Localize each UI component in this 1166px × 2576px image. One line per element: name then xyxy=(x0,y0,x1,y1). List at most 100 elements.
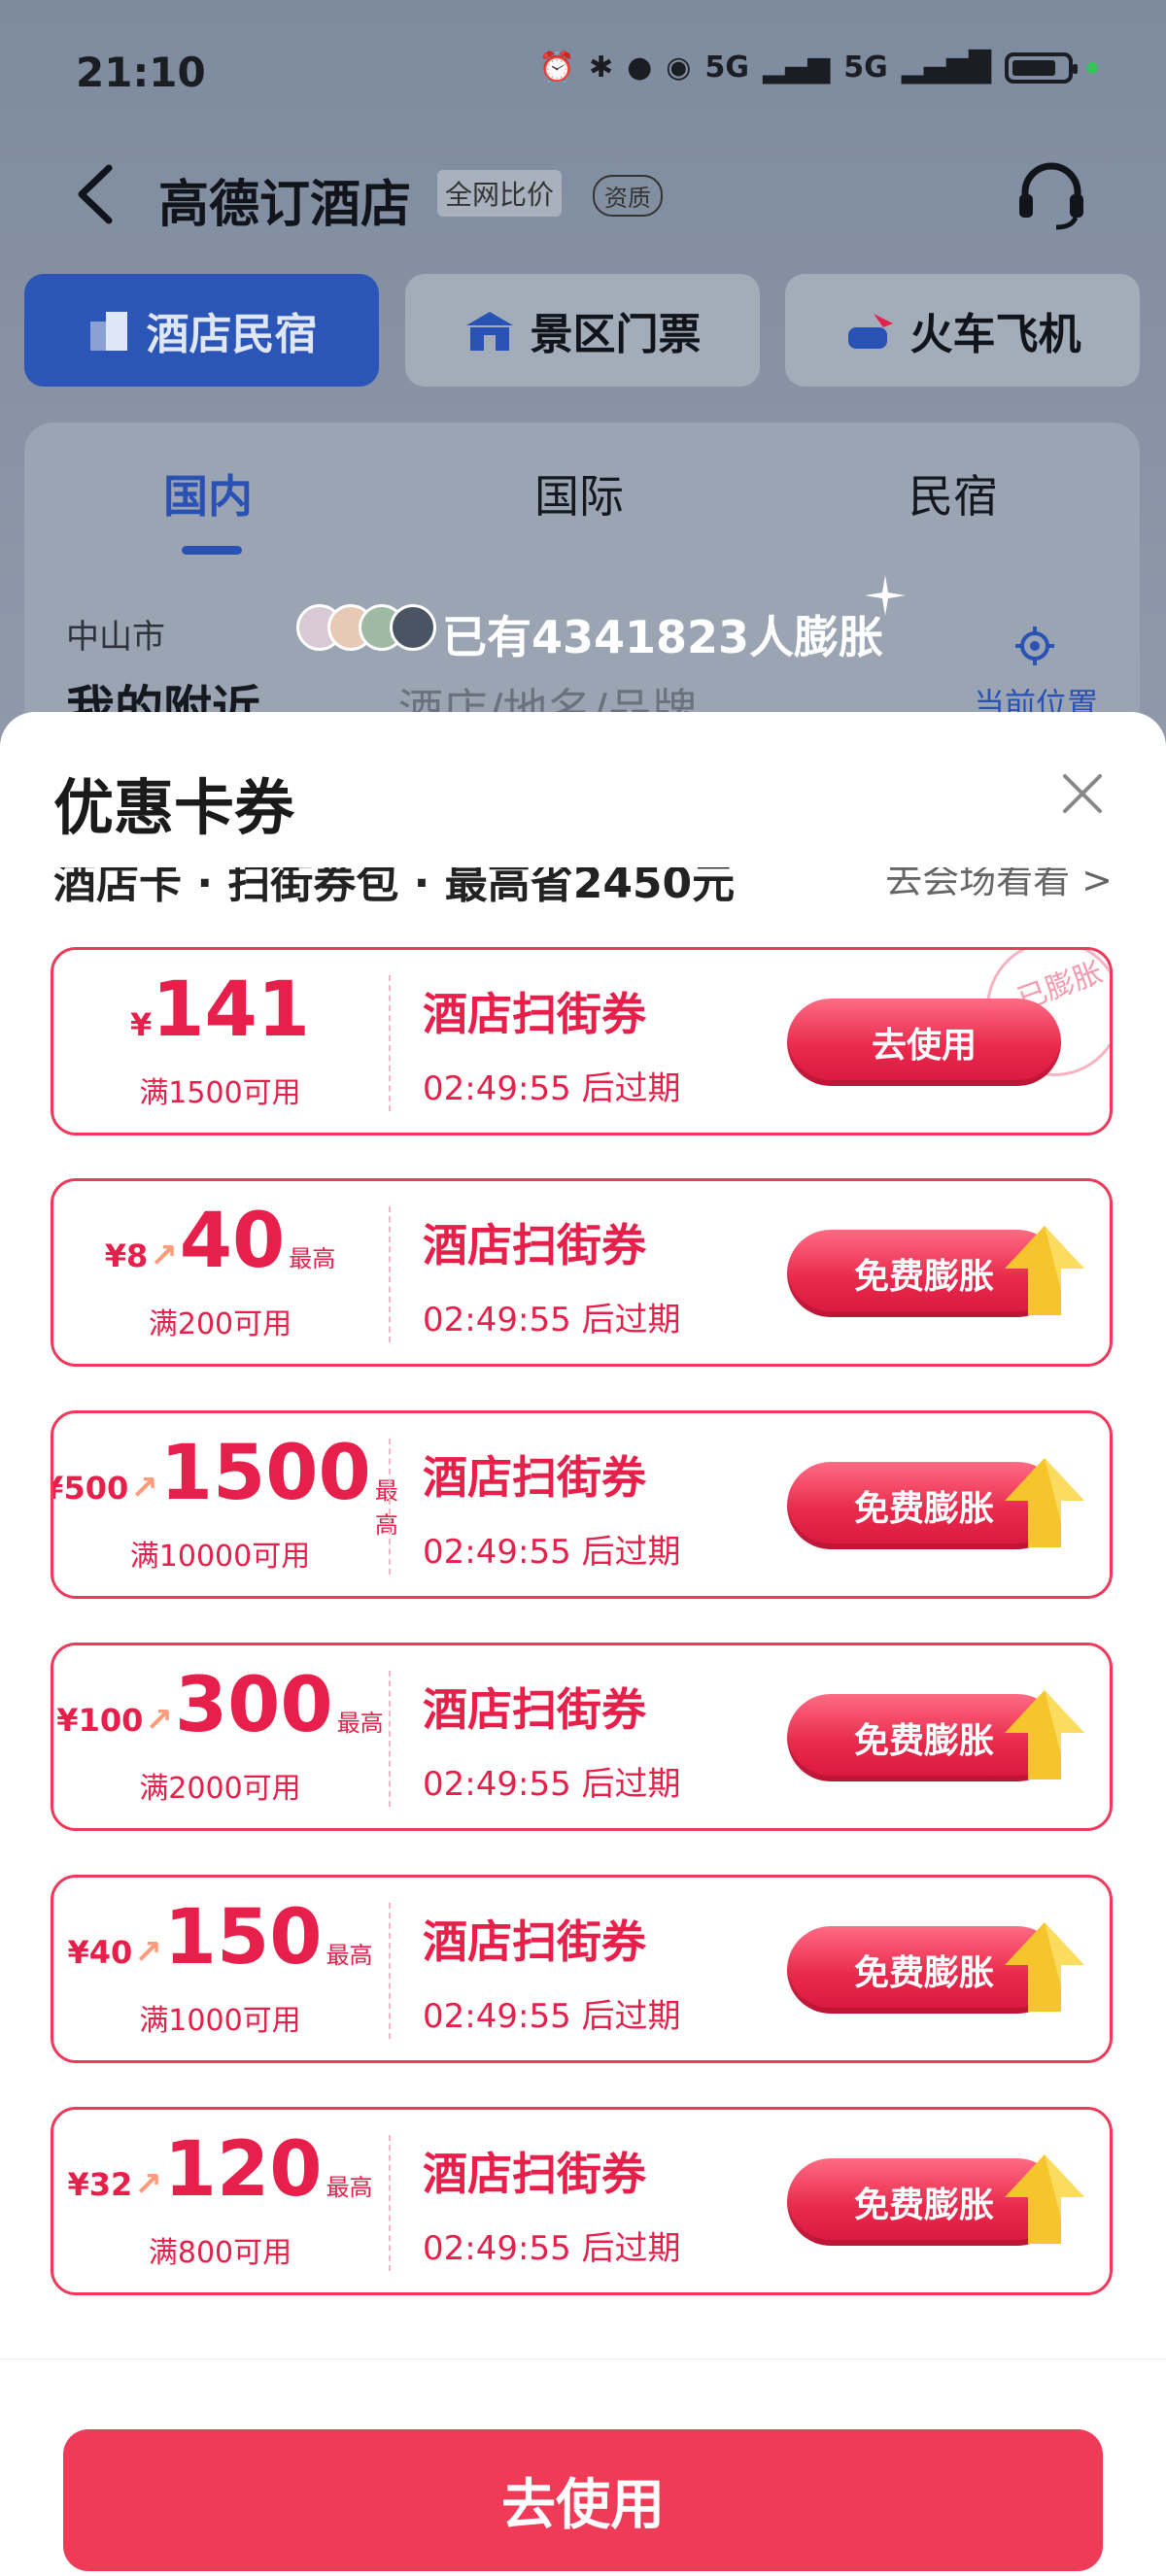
currency-symbol: ¥ xyxy=(67,2166,89,2203)
active-tab-indicator xyxy=(182,546,242,555)
coupon-name: 酒店扫街券 xyxy=(423,1683,646,1736)
bluetooth-icon: ✱ xyxy=(588,51,614,85)
coupon-value-area: ¥8 ↗ 40 最高 满200可用 xyxy=(53,1181,387,1364)
promo-summary: 酒店卡 · 扫街券包 · 最高省2450元 xyxy=(53,867,736,906)
coupon-amount: 300 xyxy=(174,1662,333,1749)
coupon-name: 酒店扫街券 xyxy=(423,1915,646,1968)
coupon-value-area: ¥141 满1500可用 xyxy=(53,950,387,1133)
coupon-divider xyxy=(389,2135,391,2271)
coupon-divider xyxy=(389,975,391,1111)
currency-symbol: ¥ xyxy=(67,1934,89,1971)
coupon-name: 酒店扫街券 xyxy=(423,1219,646,1271)
inflate-up-arrow-icon: ↗ xyxy=(134,2165,162,2204)
inflate-up-arrow-icon: ↗ xyxy=(134,1933,162,1972)
coupon-price: ¥8 ↗ 40 最高 xyxy=(53,1203,387,1280)
coupon-expiry: 02:49:55 后过期 xyxy=(423,1069,681,1108)
coupon-price: ¥40 ↗ 150 最高 xyxy=(53,1899,387,1977)
base-amount: 8 xyxy=(125,1237,149,1274)
coupon-expiry: 02:49:55 后过期 xyxy=(423,1765,681,1804)
use-now-button[interactable]: 去使用 xyxy=(63,2429,1103,2571)
coupon-amount: 40 xyxy=(179,1198,286,1285)
coupon-condition: 满1000可用 xyxy=(139,2004,301,2038)
category-hotel[interactable]: 酒店民宿 xyxy=(24,274,379,387)
inflate-up-arrow-icon: ↗ xyxy=(150,1237,178,1275)
use-coupon-button[interactable]: 去使用 xyxy=(787,999,1061,1086)
inflate-arrow-icon xyxy=(1005,2154,1084,2244)
coupon-value-area: ¥40 ↗ 150 最高满1000可用 xyxy=(53,1878,387,2060)
tab-domestic[interactable]: 国内 xyxy=(163,461,253,525)
coupon-expiry: 02:49:55 后过期 xyxy=(423,1533,681,1572)
ticket-booth-icon xyxy=(465,312,513,351)
coupon-card: 已膨胀 ¥141 满1500可用 酒店扫街券 02:49:55 后过期 去使用 xyxy=(51,947,1113,1135)
alarm-icon: ⏰ xyxy=(538,51,575,85)
status-time: 21:10 xyxy=(76,49,206,96)
network2-label: 5G xyxy=(843,51,888,85)
max-label: 最高 xyxy=(336,1710,384,1737)
tab-homestay[interactable]: 民宿 xyxy=(909,461,998,525)
coupon-amount: 141 xyxy=(152,966,311,1054)
sheet-title: 优惠卡券 xyxy=(53,772,295,843)
qualification-link[interactable]: 资质 xyxy=(593,175,663,217)
user-avatars xyxy=(296,604,436,655)
close-icon[interactable] xyxy=(1059,770,1106,817)
coupon-amount: 1500 xyxy=(159,1430,371,1517)
signal-icon: ▂▄▆ xyxy=(762,51,831,85)
currency-symbol: ¥ xyxy=(53,1470,63,1507)
coupon-price: ¥100 ↗ 300 最高 xyxy=(53,1667,387,1745)
coupon-value-area: ¥32 ↗ 120 最高满800可用 xyxy=(53,2110,387,2292)
coupon-price: ¥500↗1500最高 xyxy=(53,1430,398,1540)
inflate-count-banner: 已有4341823人膨胀 xyxy=(442,611,884,663)
inflate-up-arrow-icon: ↗ xyxy=(130,1469,158,1508)
locate-icon[interactable] xyxy=(1015,627,1054,665)
inflate-arrow-icon xyxy=(1005,1226,1084,1315)
base-amount: 100 xyxy=(78,1702,144,1739)
customer-service-icon[interactable] xyxy=(1015,155,1088,233)
signal2-icon: ▂▄▆█ xyxy=(901,51,991,85)
coupon-sheet: 优惠卡券 酒店卡 · 扫街券包 · 最高省2450元 去会场看看 > 已膨胀 ¥1… xyxy=(0,712,1166,2576)
network-label: 5G xyxy=(704,51,749,85)
status-icons: ⏰ ✱ ● ◉ 5G ▂▄▆ 5G ▂▄▆█ xyxy=(539,51,1098,85)
page-title: 高德订酒店 xyxy=(158,176,412,234)
coupon-card: ¥8 ↗ 40 最高 满200可用 酒店扫街券 02:49:55 后过期 免费膨胀 xyxy=(51,1178,1113,1367)
coupon-card: ¥32 ↗ 120 最高 满800可用 酒店扫街券 02:49:55 后过期 免费膨胀 xyxy=(51,2107,1113,2295)
coupon-name: 酒店扫街券 xyxy=(423,988,646,1040)
hotspot-icon: ◉ xyxy=(666,51,692,85)
coupon-expiry: 02:49:55 后过期 xyxy=(423,2229,681,2268)
max-label: 最高 xyxy=(326,2174,373,2201)
battery-icon xyxy=(1005,51,1078,84)
coupon-card: ¥100 ↗ 300 最高 满2000可用 酒店扫街券 02:49:55 后过期 免费膨胀 xyxy=(51,1643,1113,1831)
coupon-card: ¥500↗1500最高满10000可用酒店扫街券02:49:55 后过期免费膨胀 xyxy=(51,1410,1113,1599)
status-bar: 21:10 ⏰ ✱ ● ◉ 5G ▂▄▆ 5G ▂▄▆█ xyxy=(0,0,1166,146)
tab-international[interactable]: 国际 xyxy=(534,461,624,525)
coupon-card: ¥40 ↗ 150 最高 满1000可用 酒店扫街券 02:49:55 后过期 免费膨胀 xyxy=(51,1875,1113,2063)
currency-symbol: ¥ xyxy=(129,1006,153,1043)
category-scenic[interactable]: 景区门票 xyxy=(405,274,760,387)
sparkle-icon xyxy=(865,575,906,616)
clipped-promo-row: 酒店卡 · 扫街券包 · 最高省2450元 去会场看看 > xyxy=(53,867,1113,906)
coupon-divider xyxy=(389,1903,391,2039)
coupon-condition: 满1500可用 xyxy=(139,1076,301,1110)
max-label: 最高 xyxy=(289,1245,336,1272)
coupon-condition: 满2000可用 xyxy=(139,1772,301,1806)
train-plane-icon xyxy=(847,314,893,349)
coupon-condition: 满800可用 xyxy=(148,2236,292,2270)
max-label: 最高 xyxy=(326,1942,373,1969)
coupon-amount: 150 xyxy=(163,1894,323,1982)
privacy-dot-icon xyxy=(1086,61,1098,74)
back-arrow-icon[interactable] xyxy=(68,160,126,228)
city-label[interactable]: 中山市 xyxy=(66,610,165,658)
currency-symbol: ¥ xyxy=(56,1702,79,1739)
coupon-name: 酒店扫街券 xyxy=(423,2148,646,2200)
location-pin-icon: ● xyxy=(627,51,653,85)
coupon-expiry: 02:49:55 后过期 xyxy=(423,1997,681,2036)
coupon-condition: 满10000可用 xyxy=(129,1540,311,1574)
coupon-divider xyxy=(389,1206,391,1342)
coupon-price: ¥32 ↗ 120 最高 xyxy=(53,2131,387,2209)
category-transport[interactable]: 火车飞机 xyxy=(785,274,1140,387)
venue-link[interactable]: 去会场看看 > xyxy=(885,867,1113,903)
category-label: 酒店民宿 xyxy=(146,310,318,359)
building-icon xyxy=(89,312,127,351)
coupon-divider xyxy=(389,1439,391,1575)
compare-tag: 全网比价 xyxy=(437,170,563,217)
bottom-bar: 去使用 xyxy=(0,2358,1166,2576)
